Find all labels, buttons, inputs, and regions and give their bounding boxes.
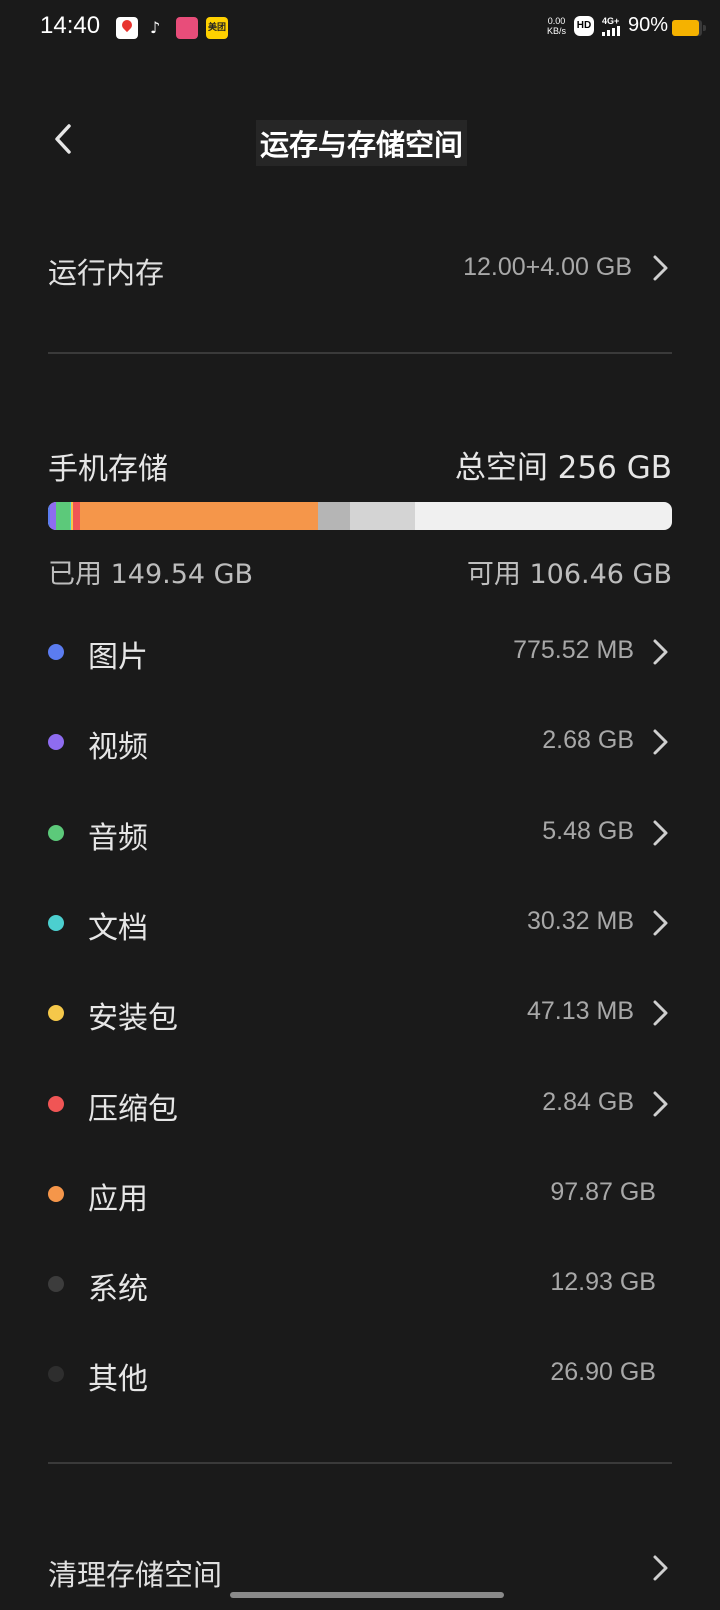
hd-badge: HD (573, 15, 594, 36)
tiktok-app-icon: ♪ (150, 18, 161, 37)
category-size: 26.90 GB (550, 1358, 656, 1387)
chevron-right-icon (653, 255, 668, 281)
category-color-dot (48, 1005, 64, 1022)
battery-percent: 90% (627, 14, 668, 36)
category-label: 压缩包 (88, 1091, 178, 1127)
category-label: 应用 (88, 1181, 148, 1217)
storage-used: 已用 149.54 GB (48, 559, 254, 590)
signal-bars-icon (601, 25, 620, 36)
category-color-dot (48, 824, 64, 841)
category-label: 文档 (88, 910, 148, 946)
category-size: 30.32 MB (526, 906, 634, 935)
ram-label: 运行内存 (48, 256, 165, 290)
network-type: 4G+ (601, 15, 620, 26)
chevron-right-icon (653, 910, 668, 936)
status-indicators: 0.00 KB/s HD 4G+ 90% (547, 14, 668, 37)
category-label: 其他 (88, 1362, 148, 1398)
net-speed-value: 0.00 (547, 15, 566, 26)
category-row[interactable]: 安装包 47.13 MB (48, 983, 672, 1043)
chevron-right-icon (653, 1091, 668, 1116)
category-row[interactable]: 文档 30.32 MB (48, 893, 672, 953)
category-color-dot (48, 734, 64, 751)
status-bar: 14:40 ♪ 美团 0.00 KB/s HD 4G+ 90% (0, 0, 720, 56)
storage-bar-segment (318, 502, 350, 530)
category-color-dot (48, 1095, 64, 1112)
ram-row[interactable]: 运行内存 12.00+4.00 GB (48, 240, 672, 296)
divider (48, 1462, 672, 1464)
page-title: 运存与存储空间 (256, 120, 468, 166)
lofter-app-icon (176, 17, 198, 39)
net-speed-unit: KB/s (546, 25, 566, 36)
divider (48, 352, 672, 354)
storage-bar-segment (349, 502, 416, 530)
storage-total: 总空间 256 GB (454, 450, 672, 486)
category-label: 音频 (88, 820, 148, 856)
storage-free: 可用 106.46 GB (466, 559, 672, 590)
category-size: 2.68 GB (542, 726, 634, 755)
maps-app-icon (116, 17, 138, 39)
chevron-left-icon[interactable] (48, 122, 82, 156)
storage-header: 手机存储 总空间 256 GB (48, 440, 672, 490)
clean-storage-label: 清理存储空间 (48, 1558, 223, 1592)
meituan-app-icon: 美团 (206, 17, 228, 39)
category-row[interactable]: 压缩包 2.84 GB (48, 1074, 672, 1134)
category-label: 安装包 (88, 1001, 178, 1037)
category-label: 视频 (88, 730, 148, 766)
category-size: 5.48 GB (542, 816, 634, 845)
chevron-right-icon (653, 820, 668, 846)
battery-fill (672, 20, 699, 36)
category-label: 图片 (88, 640, 148, 675)
category-size: 775.52 MB (513, 636, 634, 664)
category-row[interactable]: 音频 5.48 GB (48, 803, 672, 863)
category-row: 其他 26.90 GB (48, 1344, 672, 1404)
signal-icon: 4G+ (601, 15, 620, 36)
status-time: 14:40 (40, 12, 101, 39)
storage-bar-segment (56, 502, 70, 530)
storage-summary: 已用 149.54 GB 可用 106.46 GB (48, 552, 672, 592)
battery-icon (672, 20, 706, 36)
category-row: 系统 12.93 GB (48, 1254, 672, 1314)
category-row: 应用 97.87 GB (48, 1164, 672, 1224)
category-color-dot (48, 644, 64, 660)
chevron-right-icon (653, 1555, 668, 1581)
chevron-right-icon (653, 639, 668, 665)
category-size: 12.93 GB (550, 1268, 656, 1297)
category-size: 2.84 GB (542, 1087, 634, 1116)
storage-usage-bar (48, 502, 672, 530)
category-size: 97.87 GB (550, 1177, 656, 1206)
chevron-right-icon (653, 729, 668, 755)
category-color-dot (48, 1366, 64, 1383)
clean-storage-row[interactable]: 清理存储空间 (48, 1555, 672, 1610)
chevron-right-icon (653, 1000, 668, 1026)
page-header: 运存与存储空间 (0, 100, 720, 180)
category-label: 系统 (88, 1272, 148, 1308)
notification-icons: ♪ 美团 (116, 17, 228, 39)
category-size: 47.13 MB (526, 997, 634, 1026)
net-speed: 0.00 KB/s (547, 16, 566, 36)
category-color-dot (48, 1276, 64, 1293)
category-color-dot (48, 1185, 64, 1202)
ram-value: 12.00+4.00 GB (463, 253, 632, 281)
storage-title: 手机存储 (48, 452, 168, 487)
storage-bar-segment (72, 502, 80, 530)
category-row[interactable]: 视频 2.68 GB (48, 712, 672, 772)
category-color-dot (48, 914, 64, 931)
category-row[interactable]: 图片 775.52 MB (48, 622, 672, 682)
home-indicator[interactable] (230, 1592, 504, 1598)
storage-bar-segment (79, 502, 319, 530)
